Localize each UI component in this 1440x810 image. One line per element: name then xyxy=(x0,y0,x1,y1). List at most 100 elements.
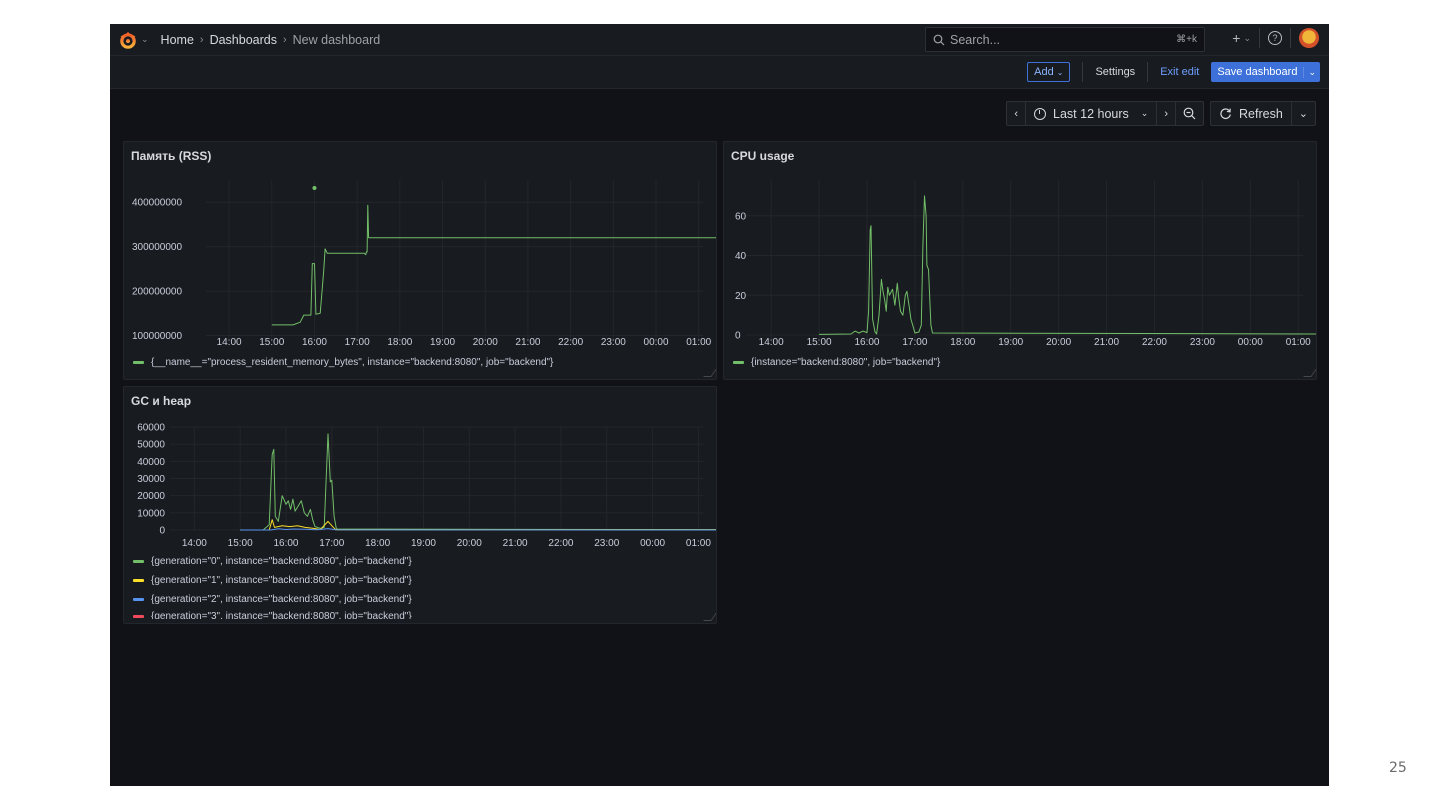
breadcrumb-separator-icon: › xyxy=(282,33,287,46)
help-button[interactable]: ? xyxy=(1268,31,1282,45)
x-tick-label: 14:00 xyxy=(182,538,207,549)
legend-label: {instance="backend:8080", job="backend"} xyxy=(751,357,941,368)
refresh-interval-dropdown[interactable]: ⌄ xyxy=(1292,102,1315,125)
memory-chart: 14:00 15:00 16:00 17:00 18:00 19:00 20:00 21:00… xyxy=(132,180,716,348)
divider xyxy=(1290,28,1291,48)
y-tick-label: 400000000 xyxy=(132,198,182,209)
x-tick-label: 23:00 xyxy=(1190,337,1215,348)
legend-label: {generation="1", instance="backend:8080"… xyxy=(151,575,412,586)
y-tick-label: 60 xyxy=(735,211,747,222)
x-tick-label: 19:00 xyxy=(430,337,455,348)
avatar[interactable] xyxy=(1299,28,1319,48)
y-tick-label: 20000 xyxy=(137,491,165,502)
divider xyxy=(1147,62,1149,82)
y-tick-label: 100000000 xyxy=(132,331,182,342)
x-tick-label: 16:00 xyxy=(302,337,327,348)
x-tick-label: 14:00 xyxy=(217,337,242,348)
x-tick-label: 21:00 xyxy=(503,538,528,549)
x-tick-label: 01:00 xyxy=(686,538,711,549)
x-tick-label: 15:00 xyxy=(228,538,253,549)
save-dashboard-button[interactable]: Save dashboard ⌄ xyxy=(1211,62,1320,82)
legend-swatch xyxy=(133,615,144,618)
legend-item[interactable]: {generation="3", instance="backend:8080"… xyxy=(133,609,412,619)
legend-item[interactable]: {generation="1", instance="backend:8080"… xyxy=(133,571,412,590)
x-tick-label: 14:00 xyxy=(759,337,784,348)
y-tick-label: 40 xyxy=(735,251,747,262)
search-input[interactable]: Search... ⌘+k xyxy=(925,27,1205,52)
divider xyxy=(1082,62,1084,82)
refresh-icon xyxy=(1220,108,1231,120)
y-tick-label: 20 xyxy=(735,291,747,302)
legend: {__name__="process_resident_memory_bytes… xyxy=(133,353,553,372)
new-button[interactable]: + ⌄ xyxy=(1232,30,1251,46)
legend-item[interactable]: {instance="backend:8080", job="backend"} xyxy=(733,353,940,372)
chevron-down-icon: ⌄ xyxy=(1056,67,1064,77)
time-range-button[interactable]: Last 12 hours ⌄ xyxy=(1026,102,1158,125)
x-tick-label: 17:00 xyxy=(319,538,344,549)
legend-item[interactable]: {generation="2", instance="backend:8080"… xyxy=(133,590,412,609)
x-tick-label: 19:00 xyxy=(411,538,436,549)
y-tick-label: 30000 xyxy=(137,474,165,485)
top-nav: ⌄ Home › Dashboards › New dashboard Sear… xyxy=(110,24,1329,56)
divider xyxy=(1259,28,1260,48)
x-tick-label: 23:00 xyxy=(601,337,626,348)
x-tick-label: 00:00 xyxy=(1238,337,1263,348)
x-tick-label: 19:00 xyxy=(998,337,1023,348)
panel-cpu[interactable]: CPU usage 14:00 15:00 16:00 17:00 18:00 19:00… xyxy=(723,141,1317,380)
y-tick-label: 40000 xyxy=(137,457,165,468)
legend-swatch xyxy=(733,361,744,364)
search-icon xyxy=(933,34,945,45)
series-line xyxy=(240,433,716,531)
y-tick-label: 0 xyxy=(159,526,165,537)
x-tick-label: 16:00 xyxy=(273,538,298,549)
x-tick-label: 01:00 xyxy=(1286,337,1311,348)
toolbar-actions: Add ⌄ Settings Exit edit Save dashboard … xyxy=(1027,62,1320,82)
x-tick-label: 20:00 xyxy=(473,337,498,348)
search-shortcut: ⌘+k xyxy=(1176,34,1197,45)
refresh-button[interactable]: Refresh xyxy=(1211,102,1292,125)
x-tick-label: 20:00 xyxy=(1046,337,1071,348)
settings-button[interactable]: Settings xyxy=(1095,66,1135,78)
grafana-logo-icon xyxy=(120,31,136,49)
add-button-label: Add xyxy=(1034,66,1054,78)
x-tick-label: 17:00 xyxy=(902,337,927,348)
add-button[interactable]: Add ⌄ xyxy=(1027,62,1071,82)
cpu-chart: 14:00 15:00 16:00 17:00 18:00 19:00 20:00 21:00… xyxy=(735,180,1316,348)
x-tick-label: 17:00 xyxy=(345,337,370,348)
search-placeholder: Search... xyxy=(950,32,1001,47)
legend-item[interactable]: {__name__="process_resident_memory_bytes… xyxy=(133,353,553,372)
slide-page-number: 25 xyxy=(1389,760,1407,776)
time-controls: ‹ Last 12 hours ⌄ › Refresh ⌄ xyxy=(1006,101,1316,126)
breadcrumb-home[interactable]: Home xyxy=(161,33,194,47)
chevron-down-icon: ⌄ xyxy=(1243,32,1251,43)
time-back-button[interactable]: ‹ xyxy=(1007,102,1027,125)
chart-grid xyxy=(206,180,703,340)
x-tick-label: 18:00 xyxy=(365,538,390,549)
breadcrumb-separator-icon: › xyxy=(199,33,204,46)
legend-item[interactable]: {generation="0", instance="backend:8080"… xyxy=(133,552,412,571)
chart-grid xyxy=(746,180,1303,339)
time-range-label: Last 12 hours xyxy=(1053,106,1129,121)
chevron-down-icon: ⌄ xyxy=(1140,108,1149,118)
chevron-down-icon[interactable]: ⌄ xyxy=(1303,66,1320,78)
panel-memory[interactable]: Память (RSS) 14:00 15:00 16:00 17:00 18:00 19… xyxy=(123,141,717,380)
x-tick-label: 15:00 xyxy=(807,337,832,348)
legend-label: {generation="2", instance="backend:8080"… xyxy=(151,594,412,605)
legend-swatch xyxy=(133,579,144,582)
help-icon: ? xyxy=(1268,31,1282,45)
grafana-logo-menu[interactable]: ⌄ xyxy=(118,30,149,50)
legend-label: {__name__="process_resident_memory_bytes… xyxy=(151,357,554,368)
x-tick-label: 22:00 xyxy=(558,337,583,348)
breadcrumb-current: New dashboard xyxy=(292,32,381,47)
y-tick-label: 60000 xyxy=(137,423,165,434)
legend: {instance="backend:8080", job="backend"} xyxy=(733,353,940,372)
panel-gc[interactable]: GC и heap 14:00 15:00 16:00 17:00 18:00 19:00… xyxy=(123,386,717,624)
zoom-out-button[interactable] xyxy=(1176,102,1203,125)
x-tick-label: 18:00 xyxy=(950,337,975,348)
time-forward-button[interactable]: › xyxy=(1157,102,1176,125)
breadcrumb-dashboards[interactable]: Dashboards xyxy=(210,33,277,47)
exit-edit-button[interactable]: Exit edit xyxy=(1160,66,1199,78)
legend-swatch xyxy=(133,598,144,601)
legend-label: {generation="3", instance="backend:8080"… xyxy=(151,611,412,619)
series-line xyxy=(819,195,1316,335)
